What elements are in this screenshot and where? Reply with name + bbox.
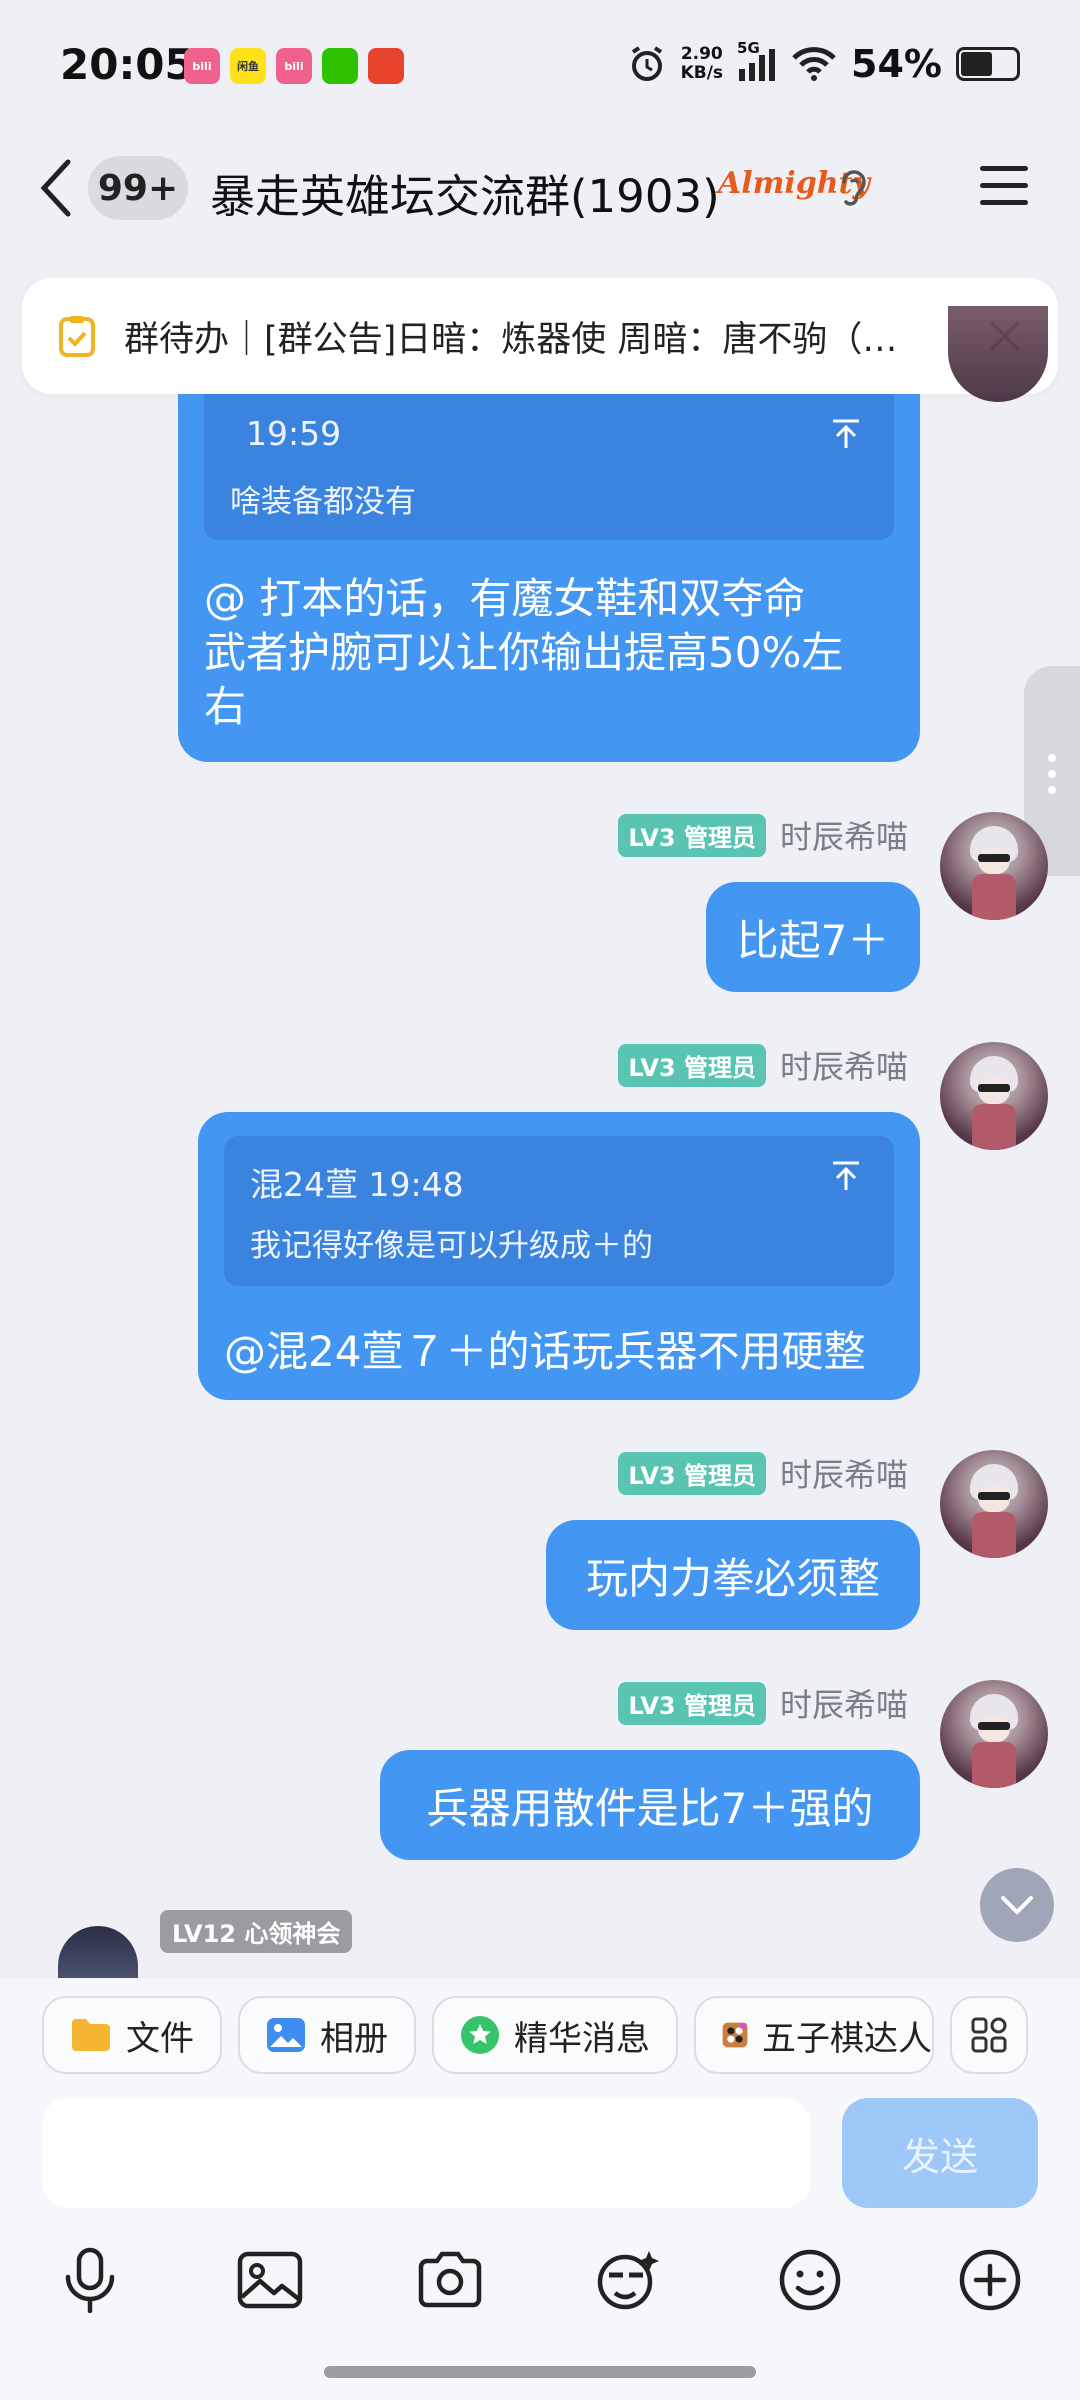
magic-expression-button[interactable] [588, 2240, 668, 2320]
member-level-badge: LV12 心领神会 [160, 1910, 353, 1953]
shortcut-file[interactable]: 文件 [42, 1996, 222, 2074]
emoji-icon [779, 2249, 841, 2311]
shortcut-bar: 文件 相册 精华消息 五子棋达人 [42, 1996, 1028, 2074]
member-level-badge: LV3 管理员 [618, 1451, 766, 1495]
quote-author-time: 混24萱 19:48 [250, 1165, 464, 1204]
message-text: 比起7＋ [736, 915, 890, 965]
status-bar: 20:05 bili 闲鱼 bili 2.90 KB/s 5G 54% [0, 0, 1080, 136]
plus-button[interactable] [950, 2240, 1030, 2320]
image-icon [237, 2251, 303, 2309]
camera-button[interactable] [410, 2240, 490, 2320]
send-button[interactable]: 发送 [842, 2098, 1038, 2208]
shortcut-essence-messages[interactable]: 精华消息 [432, 1996, 678, 2074]
status-time: 20:05 [60, 40, 194, 89]
message-bubble[interactable]: 比起7＋ [706, 882, 920, 992]
message-input[interactable] [42, 2098, 810, 2208]
menu-icon[interactable] [980, 166, 1028, 206]
message-text: @混24萱７＋的话玩兵器不用硬整 [224, 1327, 866, 1376]
avatar[interactable] [58, 1926, 138, 1978]
avatar-partial [948, 306, 1048, 402]
message-bubble[interactable]: 混24萱 19:48 我记得好像是可以升级成＋的 @混24萱７＋的话玩兵器不用硬… [198, 1112, 920, 1400]
image-button[interactable] [230, 2240, 310, 2320]
member-level-badge: LV3 管理员 [618, 813, 766, 857]
quote-time: 19:59 [246, 414, 342, 453]
message-text: 玩内力拳必须整 [585, 1553, 880, 1603]
member-level-badge: LV3 管理员 [618, 1681, 766, 1725]
camera-icon [418, 2251, 482, 2308]
sender-row: LV3 管理员 时辰希喵 [618, 1042, 908, 1088]
gomoku-icon [722, 2022, 748, 2048]
message-text: @ 打本的话，有魔女鞋和双夺命 武者护腕可以让你输出提高50%左 右 [204, 574, 844, 731]
home-indicator[interactable] [324, 2366, 756, 2378]
avatar[interactable] [940, 1450, 1048, 1558]
member-level-badge: LV3 管理员 [618, 1043, 766, 1087]
quote-text: 我记得好像是可以升级成＋的 [250, 1228, 653, 1264]
avatar[interactable] [940, 1680, 1048, 1788]
jump-to-quote-icon[interactable] [830, 418, 862, 450]
sparkle-face-icon [597, 2251, 659, 2310]
message-text: 兵器用散件是比7＋强的 [426, 1783, 874, 1833]
folder-icon [72, 2019, 110, 2051]
todo-icon [59, 316, 95, 357]
scroll-to-bottom-button[interactable] [980, 1868, 1054, 1942]
bilibili-icon: bili [276, 48, 312, 84]
wechat-icon [322, 48, 358, 84]
unread-count-badge[interactable]: 99+ [88, 156, 188, 220]
avatar[interactable] [940, 1042, 1048, 1150]
group-notice-bar[interactable]: 群待办｜[群公告]日暗：炼器使 周暗：唐不驹（… [22, 278, 1058, 394]
wifi-icon [792, 47, 836, 81]
emoji-button[interactable] [770, 2240, 850, 2320]
bilibili-icon: bili [184, 48, 220, 84]
plus-circle-icon [959, 2249, 1021, 2311]
grid-icon [971, 2017, 1007, 2053]
voice-button[interactable] [50, 2240, 130, 2320]
shortcut-gomoku[interactable]: 五子棋达人 [694, 1996, 934, 2074]
back-arrow-icon[interactable] [36, 156, 76, 220]
shortcut-album[interactable]: 相册 [238, 1996, 416, 2074]
avatar[interactable] [940, 812, 1048, 920]
game-icon [368, 48, 404, 84]
sender-name[interactable]: 时辰希喵 [780, 1680, 908, 1726]
battery-percent: 54% [851, 42, 942, 86]
sender-row: LV3 管理员 时辰希喵 [618, 812, 908, 858]
sender-name[interactable]: 时辰希喵 [780, 812, 908, 858]
status-right: 2.90 KB/s 5G 54% [627, 39, 1020, 86]
message-bubble[interactable]: 玩内力拳必须整 [546, 1520, 920, 1630]
quoted-message[interactable]: 19:59 啥装备都没有 [204, 394, 894, 540]
cell-signal: 5G [737, 39, 777, 83]
sender-name[interactable]: 时辰希喵 [780, 1450, 908, 1496]
alarm-icon [631, 46, 662, 81]
notice-text: 群待办｜[群公告]日暗：炼器使 周暗：唐不驹（… [124, 319, 898, 360]
notification-app-icons: bili 闲鱼 bili [184, 48, 404, 84]
input-toolbar [0, 2240, 1080, 2340]
microphone-icon [65, 2247, 115, 2313]
jump-to-quote-icon[interactable] [830, 1160, 862, 1192]
star-message-icon [461, 2016, 499, 2054]
net-speed: 2.90 KB/s [680, 44, 724, 83]
chevron-down-icon [1001, 1896, 1033, 1915]
sender-row: LV3 管理员 时辰希喵 [618, 1450, 908, 1496]
message-bubble[interactable]: 兵器用散件是比7＋强的 [380, 1750, 920, 1860]
xianyu-icon: 闲鱼 [230, 48, 266, 84]
message-bubble[interactable]: 19:59 啥装备都没有 @ 打本的话，有魔女鞋和双夺命 武者护腕可以让你输出提… [178, 394, 920, 762]
ear-mode-icon[interactable] [836, 166, 872, 210]
album-icon [267, 2018, 305, 2052]
sender-name[interactable]: 时辰希喵 [780, 1042, 908, 1088]
sender-row: LV3 管理员 时辰希喵 [618, 1680, 908, 1726]
more-apps-button[interactable] [950, 1996, 1028, 2074]
quote-text: 啥装备都没有 [230, 484, 416, 520]
battery-icon [956, 47, 1020, 81]
quoted-message[interactable]: 混24萱 19:48 我记得好像是可以升级成＋的 [224, 1136, 894, 1286]
group-title[interactable]: 暴走英雄坛交流群(1903) [210, 160, 720, 225]
